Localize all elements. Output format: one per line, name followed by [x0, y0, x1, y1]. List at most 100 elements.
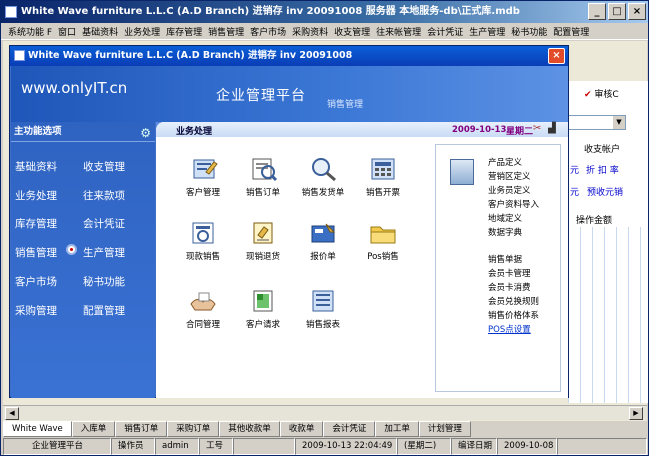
tab-receipt[interactable]: 收款单	[279, 421, 324, 437]
tab-voucher[interactable]: 会计凭证	[323, 421, 376, 437]
platform-banner: www.onlyIT.cn 企业管理平台 销售管理	[11, 66, 568, 122]
sales-order-icon	[248, 156, 278, 182]
dialog-title-bar[interactable]: White Wave furniture L.L.C (A.D Branch) …	[10, 46, 568, 66]
background-combo[interactable]	[568, 115, 626, 130]
tile-sales-report[interactable]: 销售报表	[290, 288, 356, 330]
maximize-button[interactable]: □	[608, 3, 626, 20]
main-window: White Wave furniture L.L.C (A.D Branch) …	[0, 0, 649, 456]
tab-stock-in[interactable]: 入库单	[71, 421, 116, 437]
nav-item-finance[interactable]: 收支管理	[83, 159, 125, 174]
menu-finance[interactable]: 收支管理	[331, 25, 373, 38]
menu-business[interactable]: 业务处理	[121, 25, 163, 38]
nav-item-config[interactable]: 配置管理	[83, 303, 125, 318]
menu-secretary[interactable]: 秘书功能	[508, 25, 550, 38]
tab-other-receipt[interactable]: 其他收款单	[219, 421, 280, 437]
nav-item-basic-data[interactable]: 基础资料	[15, 159, 57, 174]
nav-item-business[interactable]: 业务处理	[15, 188, 57, 203]
status-operator: admin	[155, 438, 199, 455]
window-tabs: White Wave 入库单 销售订单 采购订单 其他收款单 收款单 会计凭证 …	[3, 421, 647, 437]
menu-vouchers[interactable]: 会计凭证	[424, 25, 466, 38]
tile-sales-order[interactable]: 销售订单	[230, 156, 296, 198]
audit-label: 审核C	[594, 90, 619, 100]
menu-purchase[interactable]: 采购资料	[289, 25, 331, 38]
link-pos-settings[interactable]: POS点设置	[488, 323, 531, 335]
dialog-title: White Wave furniture L.L.C (A.D Branch) …	[28, 50, 353, 61]
quick-links-panel: 产品定义 营销区定义 业务员定义 客户资料导入 地域定义 数据字典 销售单据 会…	[435, 144, 561, 392]
discount-label: 折 扣 率	[586, 166, 619, 176]
link-sales-documents[interactable]: 销售单据	[488, 253, 522, 265]
nav-item-sales[interactable]: 销售管理	[15, 245, 57, 260]
tab-sales-order[interactable]: 销售订单	[115, 421, 168, 437]
tab-white-wave[interactable]: White Wave	[3, 421, 72, 437]
dialog-app-icon	[14, 50, 25, 61]
app-icon	[5, 6, 17, 18]
nav-item-vouchers[interactable]: 会计凭证	[83, 216, 125, 231]
tools-icon[interactable]: ✂	[533, 123, 541, 134]
dialog-close-button[interactable]: ×	[548, 48, 565, 64]
section-title: 业务处理	[176, 127, 213, 137]
customer-manage-icon	[188, 156, 218, 182]
link-customer-import[interactable]: 客户资料导入	[488, 198, 539, 210]
horizontal-scrollbar[interactable]: ◀ ▶	[3, 405, 647, 420]
menu-customer-market[interactable]: 客户市场	[247, 25, 289, 38]
tile-label: 现销退货	[245, 252, 280, 262]
minimize-button[interactable]: _	[588, 3, 606, 20]
menu-sales[interactable]: 销售管理	[205, 25, 247, 38]
nav-item-accounts[interactable]: 往来款项	[83, 188, 125, 203]
scroll-left-icon[interactable]: ◀	[5, 407, 19, 420]
menu-inventory[interactable]: 库存管理	[163, 25, 205, 38]
tile-customer-request[interactable]: 客户请求	[230, 288, 296, 330]
nav-divider	[11, 141, 155, 142]
tile-contract[interactable]: 合同管理	[170, 288, 236, 330]
content-area: 业务处理 2009-10-13 星期二 ✂ ▟ 客户管理 销售订单 销售发货单 …	[156, 122, 568, 398]
tab-purchase-order[interactable]: 采购订单	[167, 421, 220, 437]
link-region[interactable]: 地域定义	[488, 212, 522, 224]
tile-label: Pos销售	[367, 252, 399, 262]
tile-delivery-note[interactable]: 销售发货单	[290, 156, 356, 198]
chart-icon[interactable]: ▟	[548, 123, 556, 134]
link-member-card[interactable]: 会员卡管理	[488, 267, 531, 279]
tile-label: 现款销售	[185, 252, 220, 262]
audit-button[interactable]: ✔ 审核C	[584, 87, 619, 100]
menu-basic-data[interactable]: 基础资料	[79, 25, 121, 38]
link-member-consume[interactable]: 会员卡消费	[488, 281, 531, 293]
yuan-label-2: 元	[570, 188, 580, 198]
nav-item-purchase[interactable]: 采购管理	[15, 303, 57, 318]
customer-request-icon	[248, 288, 278, 314]
tab-plan[interactable]: 计划管理	[418, 421, 471, 437]
link-product-definition[interactable]: 产品定义	[488, 156, 522, 168]
close-button[interactable]: ×	[628, 3, 646, 20]
tile-cash-return[interactable]: 现销退货	[230, 220, 296, 262]
site-logo: www.onlyIT.cn	[21, 79, 128, 97]
delivery-note-icon	[308, 156, 338, 182]
main-title-bar[interactable]: White Wave furniture L.L.C (A.D Branch) …	[1, 1, 648, 23]
link-data-dictionary[interactable]: 数据字典	[488, 226, 522, 238]
product-definition-icon	[450, 159, 474, 185]
settings-icon[interactable]: ⚙	[140, 125, 151, 141]
menu-config[interactable]: 配置管理	[550, 25, 592, 38]
invoice-icon	[368, 156, 398, 182]
status-id	[233, 438, 295, 455]
tile-cash-sale[interactable]: 现款销售	[170, 220, 236, 262]
nav-item-secretary[interactable]: 秘书功能	[83, 274, 125, 289]
link-sales-area[interactable]: 营销区定义	[488, 170, 531, 182]
link-member-rules[interactable]: 会员兑换规则	[488, 295, 539, 307]
tile-customer-manage[interactable]: 客户管理	[170, 156, 236, 198]
scroll-right-icon[interactable]: ▶	[629, 407, 643, 420]
nav-item-customer-market[interactable]: 客户市场	[15, 274, 57, 289]
menu-production[interactable]: 生产管理	[466, 25, 508, 38]
menu-window[interactable]: 窗口	[55, 25, 79, 38]
link-salesman[interactable]: 业务员定义	[488, 184, 531, 196]
menu-accounts[interactable]: 往来帐管理	[373, 25, 424, 38]
tile-invoice[interactable]: 销售开票	[350, 156, 416, 198]
account-label: 收支帐户	[584, 145, 621, 155]
nav-item-inventory[interactable]: 库存管理	[15, 216, 57, 231]
tile-quotation[interactable]: 报价单	[290, 220, 356, 262]
link-price-system[interactable]: 销售价格体系	[488, 309, 539, 321]
nav-item-production[interactable]: 生产管理	[83, 245, 125, 260]
status-bar: 企业管理平台 操作员 admin 工号 2009-10-13 22:04:49 …	[3, 438, 647, 455]
current-weekday: 星期二	[506, 127, 534, 137]
tile-pos-sale[interactable]: Pos销售	[350, 220, 416, 262]
tab-work-order[interactable]: 加工单	[375, 421, 419, 437]
menu-system[interactable]: 系统功能 F	[5, 25, 55, 38]
